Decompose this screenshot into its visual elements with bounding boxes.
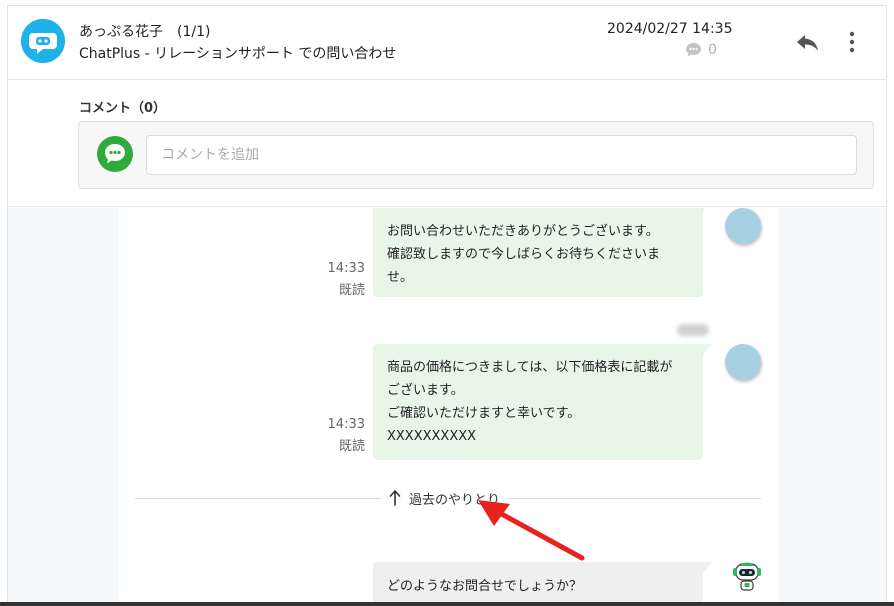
message-line: お問い合わせいただきありがとうございます。	[387, 224, 659, 239]
message-header: あっぷる花子 (1/1) ChatPlus - リレーションサポート での問い合わ…	[8, 6, 886, 80]
operator-name-blurred	[677, 324, 709, 336]
past-conversations-label: 過去のやりとり	[409, 492, 501, 508]
message-time: 14:33	[327, 417, 365, 432]
chat-transcript[interactable]: お問い合わせいただきありがとうございます。 確認致しますので今しばらくお待ちくだ…	[8, 208, 886, 606]
comment-bubble-icon	[686, 43, 701, 57]
message-count: (1/1)	[177, 24, 211, 40]
comment-count-value: 0	[708, 42, 717, 58]
message-line: XXXXXXXXXX	[387, 429, 477, 444]
comment-section-title: コメント（0）	[79, 101, 167, 116]
operator-avatar	[725, 208, 761, 244]
message-frame: あっぷる花子 (1/1) ChatPlus - リレーションサポート での問い合わ…	[7, 5, 887, 606]
message-meta: 14:33 既読	[305, 414, 365, 458]
more-vertical-icon	[849, 31, 855, 53]
sender-line: あっぷる花子 (1/1)	[79, 21, 210, 41]
message-time: 14:33	[327, 261, 365, 276]
robot-avatar-icon	[733, 562, 761, 591]
more-options-button[interactable]	[841, 28, 863, 56]
reply-button[interactable]	[794, 28, 822, 56]
reply-icon	[797, 35, 818, 51]
operator-avatar	[725, 344, 761, 380]
window-bottom-edge	[0, 602, 894, 606]
message-line: せ。	[387, 270, 414, 285]
message-line: ございます。	[387, 383, 464, 398]
message-subject: ChatPlus - リレーションサポート での問い合わせ	[79, 46, 397, 62]
comment-count-indicator: 0	[685, 42, 717, 58]
comment-avatar-icon	[97, 136, 133, 172]
message-line: 確認致しますので今しばらくお待ちくださいま	[387, 247, 661, 262]
past-conversations-link[interactable]: 過去のやりとり	[381, 484, 509, 512]
message-meta: 14:33 既読	[305, 258, 365, 302]
comment-box	[78, 121, 874, 189]
sender-name: あっぷる花子	[79, 24, 163, 40]
message-line: どのようなお問合せでしょうか？	[387, 579, 583, 594]
operator-message-bubble: 商品の価格につきましては、以下価格表に記載が ございます。 ご確認いただけますと…	[373, 344, 712, 460]
bot-message-bubble: どのようなお問合せでしょうか？	[373, 562, 712, 606]
message-line: ご確認いただけますと幸いです。	[387, 406, 581, 421]
read-status: 既読	[338, 283, 365, 298]
message-line: 商品の価格につきましては、以下価格表に記載が	[387, 360, 673, 375]
comment-input[interactable]	[146, 135, 857, 175]
comment-section: コメント（0）	[8, 81, 886, 207]
message-datetime: 2024/02/27 14:35	[607, 21, 733, 37]
operator-message-bubble: お問い合わせいただきありがとうございます。 確認致しますので今しばらくお待ちくだ…	[373, 208, 712, 297]
chat-column: お問い合わせいただきありがとうございます。 確認致しますので今しばらくお待ちくだ…	[119, 208, 779, 606]
chatplus-logo-icon	[21, 19, 65, 63]
arrow-up-icon	[389, 490, 401, 506]
read-status: 既読	[338, 439, 365, 454]
